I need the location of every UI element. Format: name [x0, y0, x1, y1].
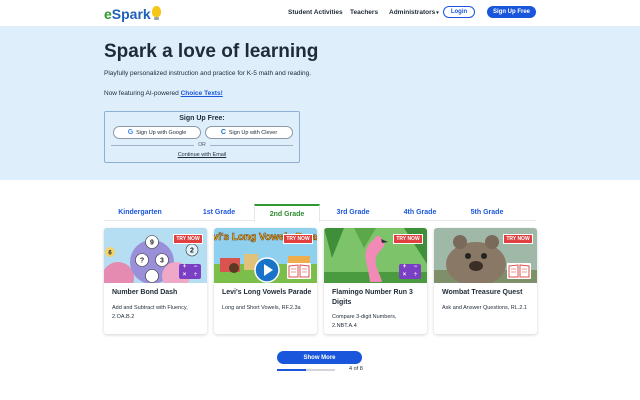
signup-clever-label: Sign Up with Clever [228, 129, 278, 136]
hero-section: Spark a love of learning Playfully perso… [0, 26, 640, 180]
login-button[interactable]: Login [443, 6, 475, 18]
op-symbol: ÷ [193, 271, 198, 278]
card-thumbnail: TRY NOW + − × ÷ [324, 228, 427, 283]
card-description: Compare 3-digit Numbers, 2.NBT.A.4 [332, 314, 397, 329]
nav-teachers[interactable]: Teachers [350, 6, 378, 20]
op-symbol: × [182, 271, 187, 278]
divider-line [209, 144, 293, 146]
hero-subtitle: Playfully personalized instruction and p… [104, 70, 312, 77]
nav-student-activities[interactable]: Student Activities [288, 6, 343, 20]
card-thumbnail: Levi's Long Vowels Parade TRY NOW [214, 228, 317, 283]
card-description: Long and Short Vowels, RF.2.3a [222, 305, 301, 311]
try-now-badge[interactable]: TRY NOW [283, 234, 313, 244]
lightbulb-icon [151, 5, 161, 20]
card-title: Number Bond Dash [112, 289, 178, 296]
site-header: e Spark Student Activities Teachers Admin… [0, 0, 640, 26]
or-divider: OR [111, 141, 293, 149]
bond-number: ? [140, 258, 144, 265]
try-now-badge[interactable]: TRY NOW [503, 234, 533, 244]
activity-card-wombat-treasure-quest[interactable]: TRY NOW Wombat Treasure Quest Ask and An… [434, 228, 537, 334]
op-symbol: × [402, 271, 407, 278]
google-icon: G [127, 129, 134, 136]
tab-4th-grade[interactable]: 4th Grade [387, 204, 453, 221]
card-thumbnail: TRY NOW [434, 228, 537, 283]
nav-administrators-label: Administrators [389, 9, 436, 16]
try-now-badge[interactable]: TRY NOW [173, 234, 203, 244]
signup-clever-button[interactable]: C Sign Up with Clever [205, 126, 293, 139]
bond-number: 3 [160, 258, 164, 265]
activity-card-levis-long-vowels-parade[interactable]: Levi's Long Vowels Parade TRY NOW Levi's… [214, 228, 317, 334]
book-icon [507, 263, 531, 279]
nav-administrators[interactable]: Administrators▾ [389, 6, 439, 20]
op-symbol: − [193, 264, 198, 270]
card-title: Levi's Long Vowels Parade [222, 289, 312, 296]
activity-card-flamingo-number-run[interactable]: TRY NOW + − × ÷ Flamingo Number Run 3 Di… [324, 228, 427, 334]
card-title: Wombat Treasure Quest [442, 289, 523, 296]
op-symbol: + [182, 264, 187, 270]
activity-card-number-bond-dash[interactable]: 9 2 ? 3 6 TRY NOW + − × ÷ Number Bond Da… [104, 228, 207, 334]
page-count: 4 of 8 [349, 366, 363, 372]
tab-2nd-grade[interactable]: 2nd Grade [254, 204, 320, 222]
tab-kindergarten[interactable]: Kindergarten [104, 204, 176, 221]
hero-title: Spark a love of learning [104, 41, 319, 62]
clever-icon: C [220, 129, 226, 136]
logo-e: e [104, 6, 112, 22]
featuring-text: Now featuring AI-powered [104, 90, 181, 97]
tab-5th-grade[interactable]: 5th Grade [454, 204, 520, 221]
or-text: OR [198, 142, 206, 148]
op-symbol: ÷ [413, 271, 418, 278]
divider-line [111, 144, 195, 146]
pager-progress-fill [277, 369, 306, 371]
hero-featuring: Now featuring AI-powered Choice Texts! [104, 89, 223, 99]
math-operations-icon: + − × ÷ [399, 264, 421, 279]
play-icon[interactable] [254, 257, 280, 283]
show-more-button[interactable]: Show More [277, 351, 362, 364]
pager-progress-bar [277, 369, 335, 371]
try-now-badge[interactable]: TRY NOW [393, 234, 423, 244]
card-description: Ask and Answer Questions, RL.2.1 [442, 305, 527, 311]
bond-number: 9 [150, 240, 154, 247]
tab-3rd-grade[interactable]: 3rd Grade [320, 204, 386, 221]
espark-logo[interactable]: e Spark [104, 4, 161, 24]
logo-spark: Spark [111, 6, 151, 22]
signup-box: Sign Up Free: G Sign Up with Google C Si… [104, 111, 300, 163]
card-description: Add and Subtract with Fluency, 2.OA.B.2 [112, 305, 188, 320]
grade-tabs: Kindergarten 1st Grade 2nd Grade 3rd Gra… [104, 204, 536, 222]
signup-free-button[interactable]: Sign Up Free [487, 6, 536, 18]
signup-google-button[interactable]: G Sign Up with Google [113, 126, 201, 139]
bond-number: 2 [190, 248, 194, 255]
card-thumbnail: 9 2 ? 3 6 TRY NOW + − × ÷ [104, 228, 207, 283]
signup-box-title: Sign Up Free: [179, 115, 225, 122]
card-title: Flamingo Number Run 3 Digits [332, 289, 413, 306]
tab-1st-grade[interactable]: 1st Grade [185, 204, 253, 221]
continue-with-email-link[interactable]: Continue with Email [105, 152, 299, 158]
choice-texts-link[interactable]: Choice Texts! [181, 90, 223, 97]
caret-down-icon: ▾ [436, 10, 439, 16]
op-symbol: + [402, 264, 407, 270]
book-icon [287, 263, 311, 279]
op-symbol: − [413, 264, 418, 270]
signup-google-label: Sign Up with Google [136, 129, 187, 136]
math-operations-icon: + − × ÷ [179, 264, 201, 279]
